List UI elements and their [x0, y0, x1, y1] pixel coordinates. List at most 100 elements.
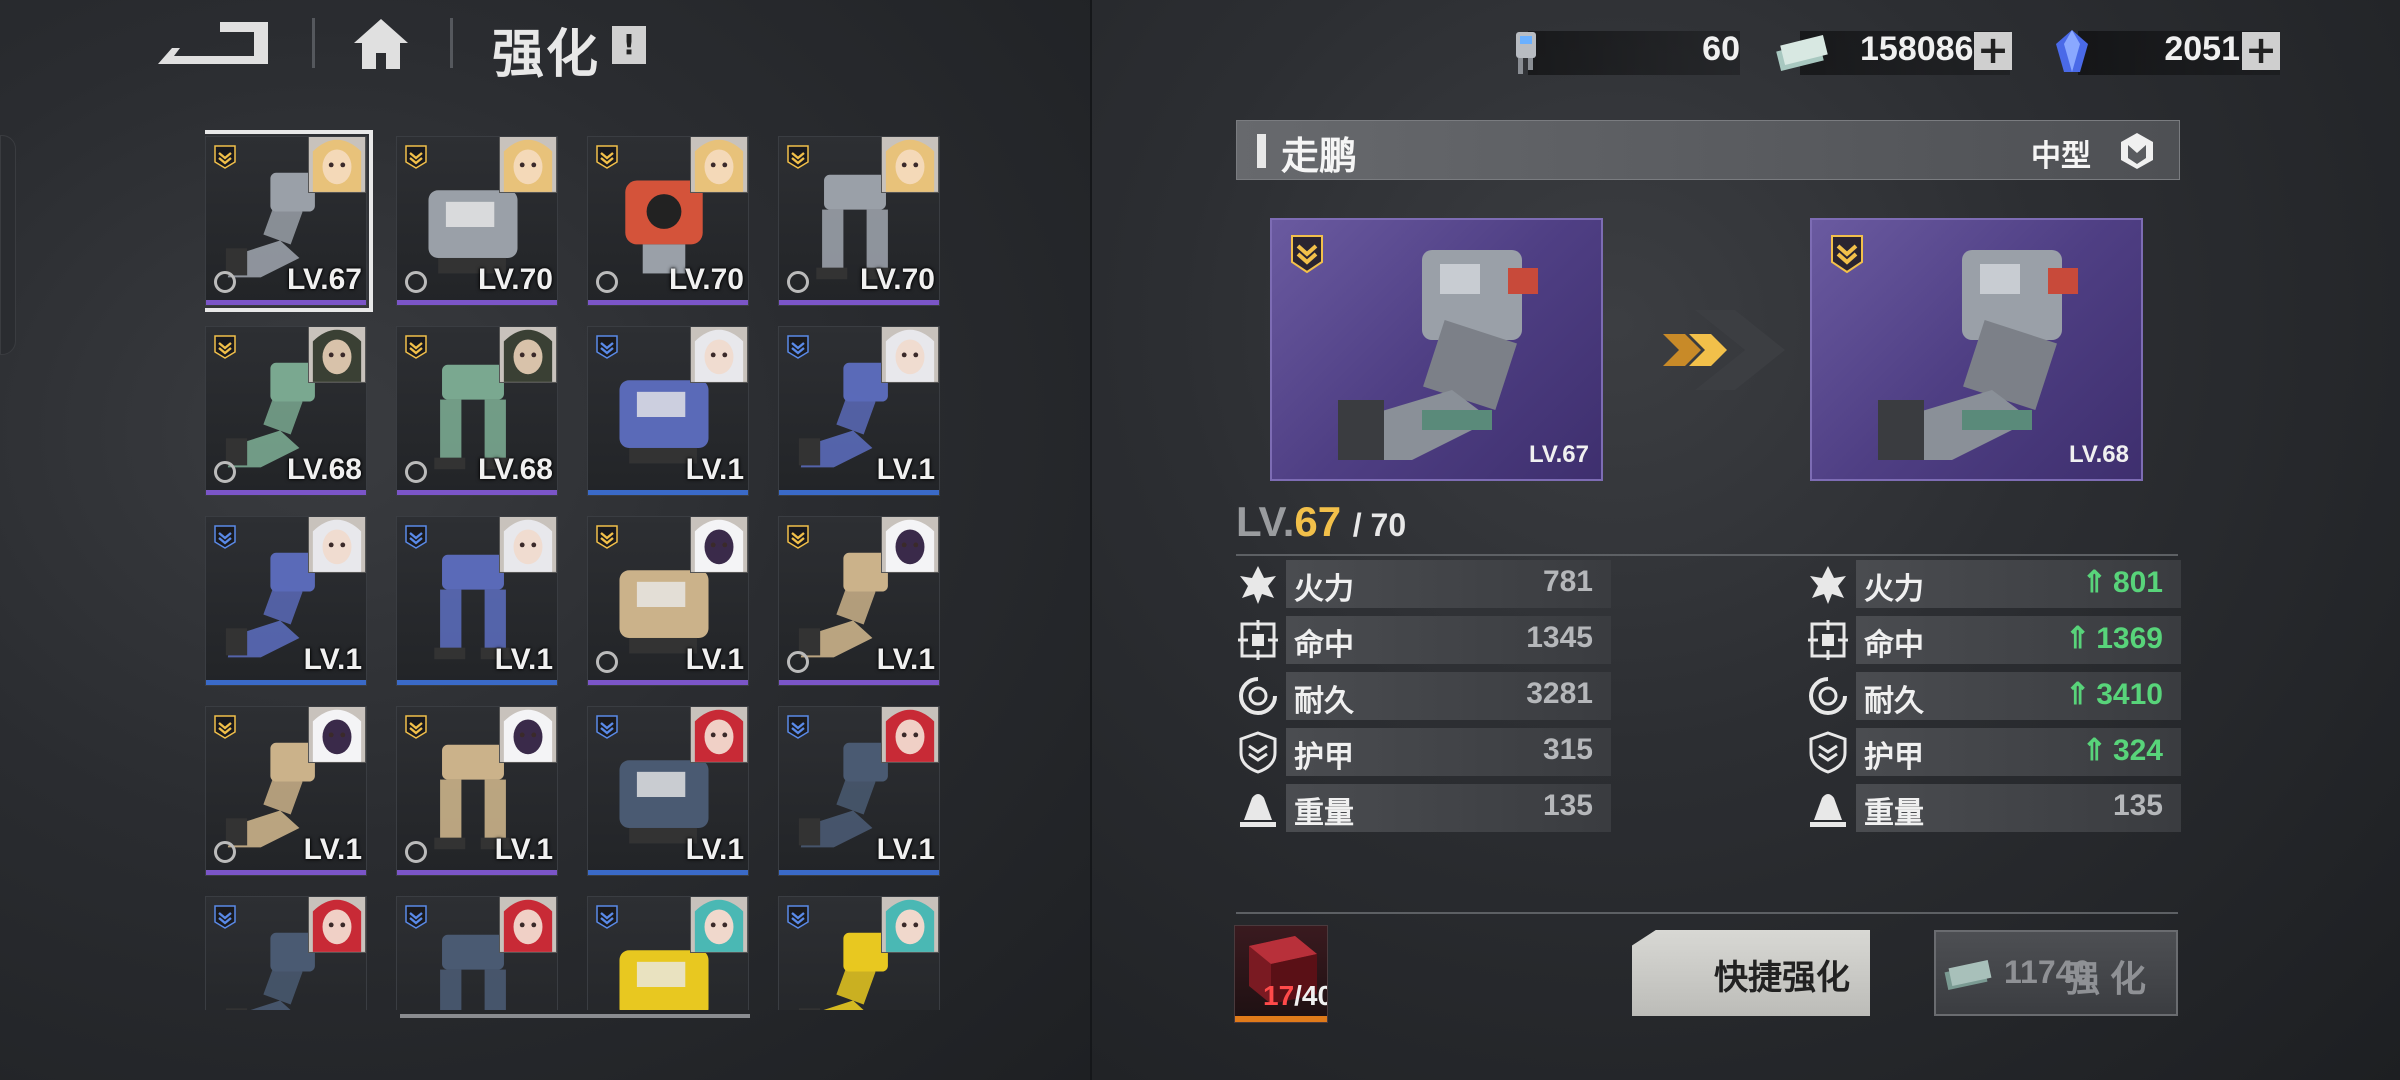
- enhance-label: 强化: [2063, 959, 2156, 1000]
- medium-class-icon: [2121, 133, 2153, 169]
- add-crystal-button[interactable]: +: [2242, 31, 2280, 70]
- slot-icon: [405, 461, 427, 483]
- crystal-value: 2051: [2164, 30, 2240, 68]
- stat-row: 耐久 3281: [1236, 672, 1611, 720]
- level-max: / 70: [1352, 507, 1407, 543]
- quick-enhance-label: 快捷强化: [1714, 958, 1850, 998]
- pilot-avatar: [499, 137, 557, 193]
- durability-icon: [1239, 677, 1277, 715]
- pilot-avatar: [499, 707, 557, 763]
- current-preview-card: LV.67: [1270, 218, 1603, 481]
- pilot-avatar: [308, 137, 366, 193]
- unit-card[interactable]: [778, 896, 940, 1010]
- pilot-avatar: [499, 517, 557, 573]
- pilot-avatar: [881, 707, 939, 763]
- material-need: /40: [1294, 980, 1327, 1011]
- unit-card[interactable]: LV.1: [778, 516, 940, 686]
- unit-card[interactable]: LV.70: [587, 136, 749, 306]
- pilot-avatar: [690, 517, 748, 573]
- quick-enhance-button[interactable]: 快捷强化: [1632, 930, 1870, 1016]
- stat-label: 护甲: [1864, 740, 1924, 775]
- slot-icon: [405, 271, 427, 293]
- rarity-bar: [779, 870, 939, 875]
- stat-row: 火力 ⇑ 801: [1806, 560, 2181, 608]
- durability-icon: [1809, 677, 1847, 715]
- stat-row: 耐久 ⇑ 3410: [1806, 672, 2181, 720]
- stat-value: 3281: [1526, 677, 1593, 711]
- pilot-avatar: [690, 707, 748, 763]
- unit-card[interactable]: LV.68: [396, 326, 558, 496]
- unit-level: LV.1: [685, 833, 744, 866]
- unit-grid: LV.67 LV.70 LV.70 LV.70 LV.68 LV.68 LV.1…: [205, 130, 950, 1010]
- header-divider: [312, 18, 315, 68]
- slot-icon: [596, 651, 618, 673]
- pilot-avatar: [881, 897, 939, 953]
- stat-label: 重量: [1864, 796, 1924, 831]
- unit-card[interactable]: LV.70: [396, 136, 558, 306]
- unit-card[interactable]: LV.1: [205, 516, 367, 686]
- stat-number: 324: [2112, 734, 2163, 767]
- gold-rank-icon: [405, 335, 427, 359]
- unit-level: LV.1: [876, 643, 935, 676]
- pilot-avatar: [881, 137, 939, 193]
- unit-card[interactable]: LV.1: [587, 706, 749, 876]
- unit-card[interactable]: LV.1: [778, 706, 940, 876]
- next-preview-card: LV.68: [1810, 218, 2143, 481]
- stat-row: 重量 135: [1236, 784, 1611, 832]
- material-slot[interactable]: 17/40: [1234, 925, 1328, 1023]
- unit-card[interactable]: LV.68: [205, 326, 367, 496]
- unit-card[interactable]: LV.70: [778, 136, 940, 306]
- pilot-avatar: [308, 897, 366, 953]
- stat-label: 火力: [1864, 572, 1924, 607]
- add-cash-button[interactable]: +: [1974, 31, 2012, 70]
- weight-icon: [1810, 794, 1846, 827]
- unit-card[interactable]: LV.1: [396, 516, 558, 686]
- unit-card[interactable]: LV.1: [396, 706, 558, 876]
- slot-icon: [405, 841, 427, 863]
- side-drawer-tab[interactable]: [0, 135, 16, 355]
- gold-rank-icon: [596, 145, 618, 169]
- unit-card[interactable]: [587, 896, 749, 1010]
- slot-icon: [214, 841, 236, 863]
- unit-level: LV.1: [685, 453, 744, 486]
- pilot-avatar: [308, 327, 366, 383]
- rarity-bar: [206, 680, 366, 685]
- increase-arrow-icon: ⇑: [2065, 622, 2091, 655]
- stat-row: 命中 ⇑ 1369: [1806, 616, 2181, 664]
- stat-value: 135: [1543, 789, 1593, 823]
- rarity-bar: [588, 870, 748, 875]
- enhance-button[interactable]: 11740 强化: [1934, 930, 2178, 1016]
- increase-arrow-icon: ⇑: [2081, 566, 2107, 599]
- mech-name: 走鹏: [1281, 134, 1358, 178]
- unit-card[interactable]: LV.1: [778, 326, 940, 496]
- mech-name-bar: 走鹏 中型: [1236, 120, 2180, 180]
- unit-card[interactable]: [205, 896, 367, 1010]
- back-button[interactable]: [150, 18, 275, 70]
- pilot-avatar: [499, 897, 557, 953]
- rarity-bar: [588, 490, 748, 495]
- mech-class: 中型: [2031, 139, 2091, 174]
- home-icon: [354, 19, 408, 69]
- stat-value: ⇑ 3410: [2065, 677, 2163, 712]
- fuel-pump-icon: [1506, 26, 1546, 78]
- info-button[interactable]: !: [612, 26, 646, 64]
- material-have: 17: [1263, 980, 1295, 1011]
- divider-line: [1236, 912, 2178, 914]
- unit-card[interactable]: LV.67: [205, 130, 373, 312]
- stat-number: 781: [1542, 565, 1593, 598]
- gold-rank-icon: [787, 525, 809, 549]
- unit-card[interactable]: LV.1: [587, 326, 749, 496]
- gold-rank-icon: [405, 145, 427, 169]
- scroll-indicator[interactable]: [400, 1014, 750, 1018]
- material-rarity-bar: [1235, 1016, 1327, 1022]
- home-button[interactable]: [350, 15, 412, 73]
- unit-card[interactable]: [396, 896, 558, 1010]
- upgrade-arrow-icon: [1663, 310, 1785, 390]
- stat-label: 护甲: [1294, 740, 1354, 775]
- unit-level: LV.67: [286, 263, 362, 296]
- weight-icon: [1240, 794, 1276, 827]
- unit-card[interactable]: LV.1: [587, 516, 749, 686]
- unit-card[interactable]: LV.1: [205, 706, 367, 876]
- stat-value: 315: [1543, 733, 1593, 767]
- stat-value: ⇑ 1369: [2065, 621, 2163, 656]
